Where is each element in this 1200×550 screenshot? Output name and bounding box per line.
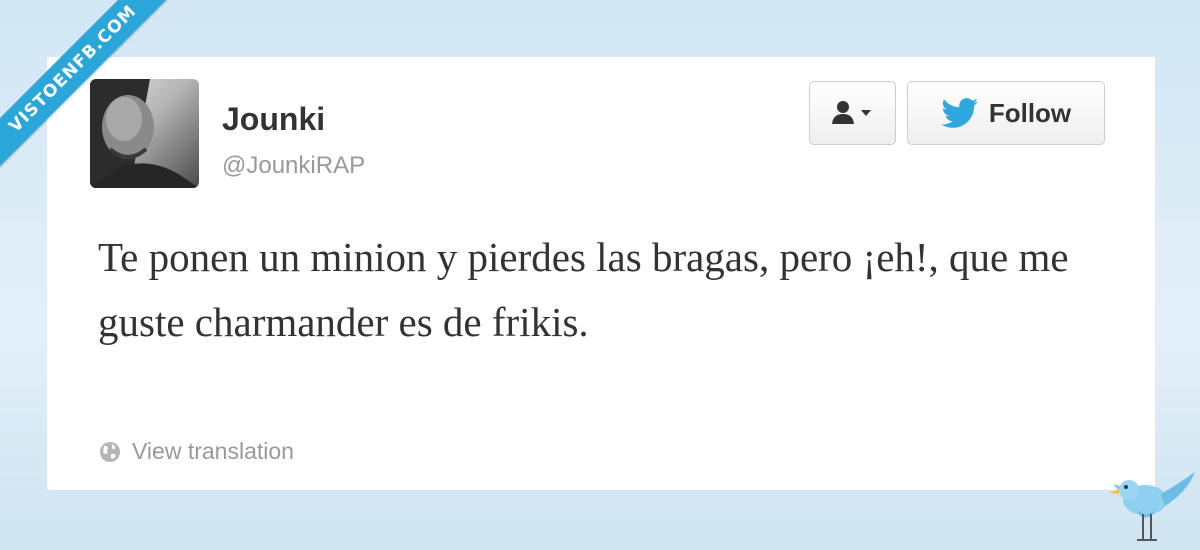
follow-button[interactable]: Follow bbox=[907, 81, 1105, 145]
tweet-text: Te ponen un minion y pierdes las bragas,… bbox=[98, 234, 1069, 345]
user-actions-button[interactable] bbox=[809, 81, 896, 145]
bird-mascot-icon bbox=[1109, 472, 1195, 541]
follow-label: Follow bbox=[988, 97, 1072, 128]
globe-icon bbox=[100, 441, 120, 462]
tweet-card: Jounki @JounkiRAP Follow Te ponen un min… bbox=[47, 57, 1155, 490]
avatar[interactable] bbox=[90, 79, 199, 188]
user-dropdown-icon bbox=[831, 101, 871, 124]
display-name[interactable]: Jounki bbox=[222, 101, 325, 138]
twitter-bird-icon bbox=[941, 97, 978, 128]
view-translation-link[interactable]: View translation bbox=[98, 438, 294, 465]
user-handle[interactable]: @JounkiRAP bbox=[222, 152, 365, 180]
view-translation-label: View translation bbox=[132, 438, 294, 464]
avatar-photo bbox=[90, 79, 199, 188]
